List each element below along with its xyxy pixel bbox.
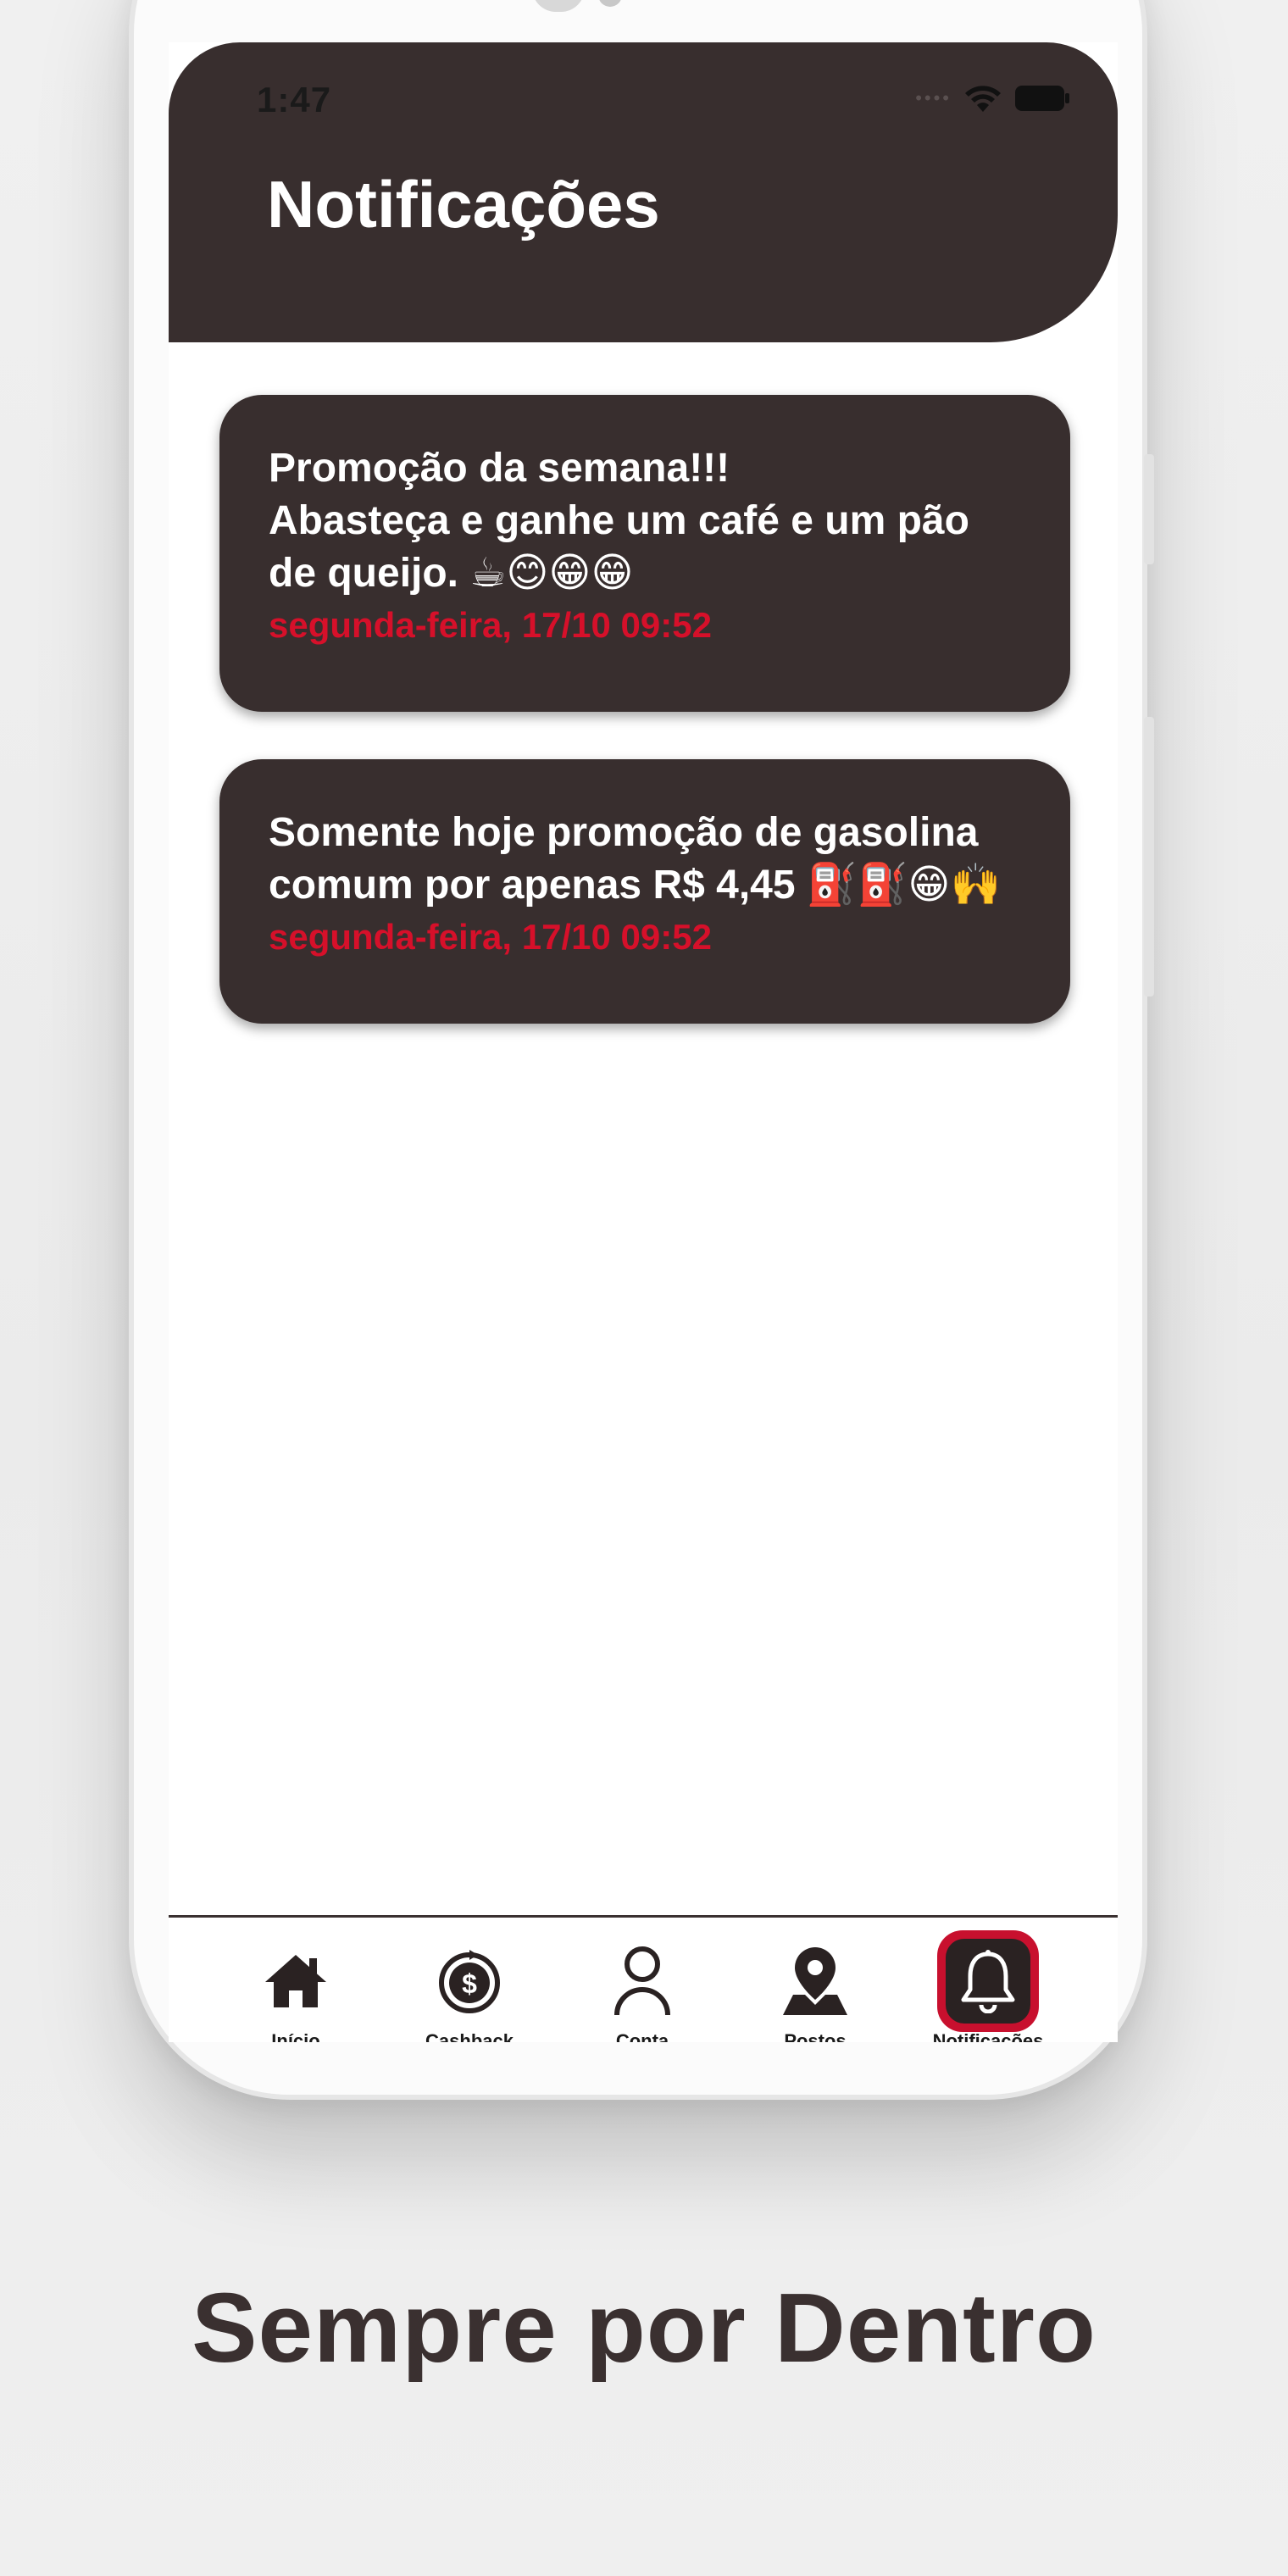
tagline: Sempre por Dentro (192, 2273, 1096, 2383)
tab-label: Início (271, 2030, 320, 2042)
tab-label: Notificações (932, 2030, 1044, 2042)
phone-top-sensors (388, 0, 812, 22)
notification-card[interactable]: Somente hoje promoção de gasolina comum … (219, 759, 1070, 1024)
phone-side-button (1144, 717, 1154, 997)
phone-side-button (1144, 454, 1154, 564)
notification-date: segunda-feira, 17/10 09:52 (269, 917, 712, 957)
user-icon (591, 1930, 693, 2032)
battery-icon (1015, 86, 1069, 111)
tab-notificacoes[interactable]: Notificações (916, 1930, 1060, 2042)
sensor-icon (598, 0, 622, 7)
tab-label: Postos (784, 2030, 847, 2042)
status-time: 1:47 (257, 80, 332, 119)
tab-label: Cashback (425, 2030, 514, 2042)
location-icon (764, 1930, 866, 2032)
tab-label: Conta (615, 2030, 669, 2042)
tab-cashback[interactable]: $ Cashback (397, 1930, 541, 2042)
app-screen: 1:47 •••• Notificações Promoção da seman… (169, 42, 1118, 2042)
status-icons: •••• (915, 83, 1070, 114)
tab-postos[interactable]: Postos (743, 1930, 887, 2042)
svg-text:$: $ (462, 1968, 477, 1999)
notification-message: Promoção da semana!!! Abasteça e ganhe u… (269, 446, 969, 596)
active-tab-highlight (937, 1930, 1039, 2032)
cashback-icon: $ (419, 1930, 520, 2032)
camera-icon (532, 0, 585, 12)
tab-inicio[interactable]: Início (224, 1930, 368, 2042)
notification-date: segunda-feira, 17/10 09:52 (269, 605, 712, 645)
page-title: Notificações (267, 167, 660, 242)
tabbar-divider (169, 1915, 1118, 1918)
notification-message: Somente hoje promoção de gasolina comum … (269, 810, 1002, 908)
notification-card[interactable]: Promoção da semana!!! Abasteça e ganhe u… (219, 395, 1070, 712)
tab-conta[interactable]: Conta (570, 1930, 714, 2042)
wifi-icon (965, 86, 1001, 112)
signal-dots-icon: •••• (915, 87, 952, 108)
home-icon (245, 1930, 347, 2032)
bell-icon (946, 1939, 1030, 2024)
